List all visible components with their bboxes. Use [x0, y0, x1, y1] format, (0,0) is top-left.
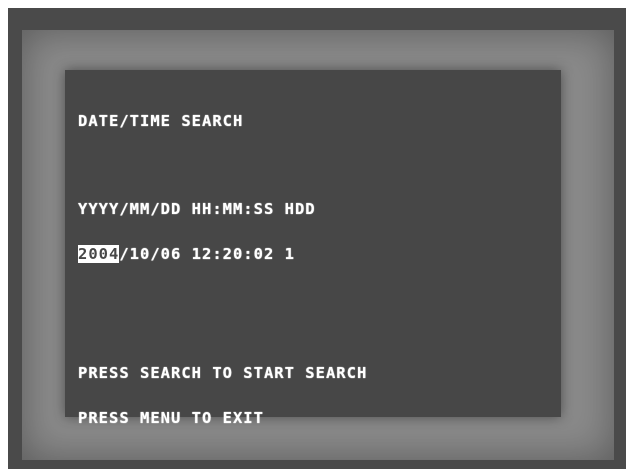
- osd-screen: DATE/TIME SEARCH YYYY/MM/DD HH:MM:SS HDD…: [65, 70, 561, 426]
- osd-menu: DATE/TIME SEARCH YYYY/MM/DD HH:MM:SS HDD…: [78, 84, 367, 456]
- datetime-rest[interactable]: /10/06 12:20:02 1: [119, 245, 295, 263]
- osd-title: DATE/TIME SEARCH: [78, 112, 244, 130]
- photo-frame: DATE/TIME SEARCH YYYY/MM/DD HH:MM:SS HDD…: [0, 0, 628, 471]
- instruction-exit: PRESS MENU TO EXIT: [78, 409, 264, 427]
- format-header: YYYY/MM/DD HH:MM:SS HDD: [78, 200, 316, 218]
- year-field[interactable]: 2004: [78, 245, 120, 263]
- instruction-search: PRESS SEARCH TO START SEARCH: [78, 364, 368, 382]
- datetime-input[interactable]: 2004/10/06 12:20:02 1: [78, 245, 367, 263]
